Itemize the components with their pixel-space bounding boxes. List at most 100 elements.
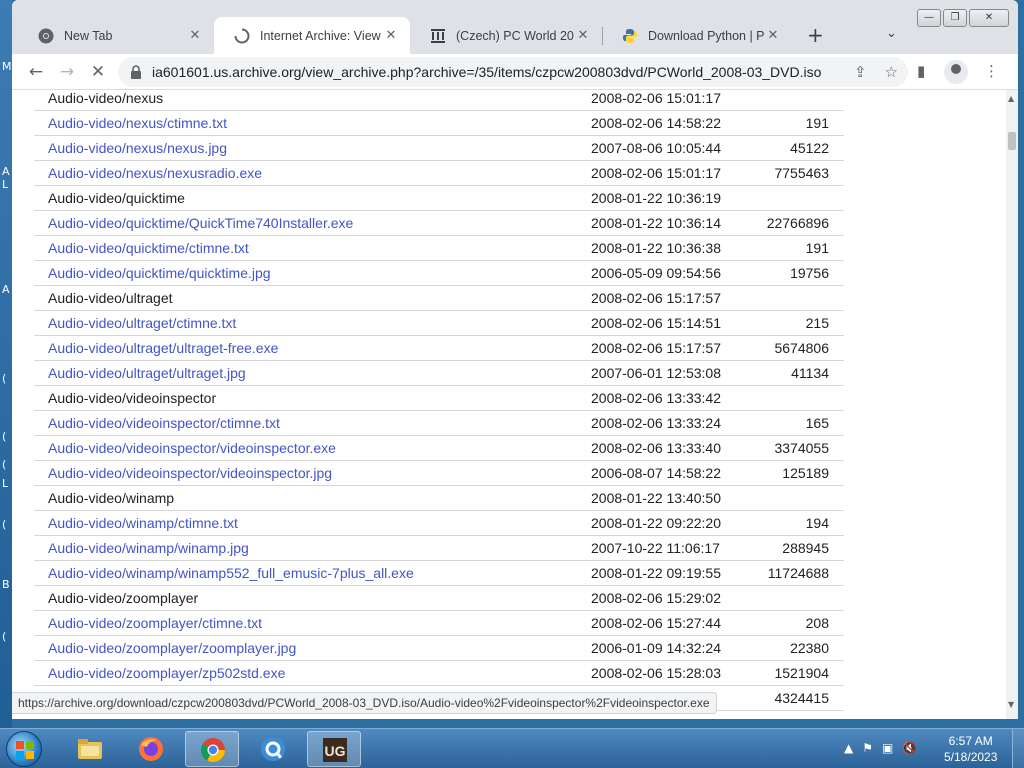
chrome-menu-icon[interactable]: ⋮ [984,62,999,80]
taskbar-explorer[interactable] [63,731,117,767]
vertical-scrollbar[interactable]: ▲ ▼ [1006,90,1018,719]
desktop-icon-label-fragment: ( [2,458,7,471]
tab-internet-archive[interactable]: Internet Archive: View Archive ✕ [214,17,410,54]
close-tab-icon[interactable]: ✕ [186,28,204,43]
desktop-icon-label-fragment: A [2,165,10,178]
file-size: 45122 [790,140,829,156]
file-size: 22766896 [766,215,829,231]
show-desktop-button[interactable] [1012,729,1024,768]
desktop-icon-label-fragment: L [2,178,9,191]
share-icon[interactable]: ⇪ [854,63,867,81]
taskbar-firefox[interactable] [124,731,178,767]
file-link[interactable]: Audio-video/winamp/winamp.jpg [48,540,249,556]
file-link[interactable]: Audio-video/nexus/ctimne.txt [48,115,227,131]
file-link[interactable]: Audio-video/winamp/ctimne.txt [48,515,238,531]
clock[interactable]: 6:57 AM 5/18/2023 [944,733,997,765]
file-link[interactable]: Audio-video/videoinspector/videoinspecto… [48,465,332,481]
start-button[interactable] [6,731,42,767]
folder-name: Audio-video/videoinspector [48,390,217,406]
file-link[interactable]: Audio-video/zoomplayer/ctimne.txt [48,615,262,631]
table-row: Audio-video/quicktime/quicktime.jpg 2006-… [34,261,844,286]
tab-title: Internet Archive: View Archive [260,28,382,43]
modified-date: 2008-02-06 15:17:57 [591,340,721,356]
system-tray: ▲ ⚑ ▣ 🔇 [844,741,917,755]
file-size: 191 [805,115,829,131]
taskbar-ultragrep[interactable]: UG [307,731,361,767]
back-button[interactable]: ← [25,62,47,82]
table-row: Audio-video/nexus 2008-02-06 15:01:17 [34,90,844,111]
file-size: 22380 [790,640,829,656]
file-link[interactable]: Audio-video/videoinspector/ctimne.txt [48,415,280,431]
file-link[interactable]: Audio-video/ultraget/ultraget-free.exe [48,340,278,356]
tab-title: Download Python | Python.org [648,28,764,43]
desktop-icon-label-fragment: L [2,477,9,490]
bookmark-star-icon[interactable]: ☆ [885,63,898,81]
modified-date: 2008-01-22 10:36:38 [591,240,721,256]
side-panel-icon[interactable]: ▮ [917,62,925,80]
profile-avatar-icon[interactable] [944,60,968,84]
scroll-up-arrow-icon[interactable]: ▲ [1008,94,1014,103]
taskbar-qbittorrent[interactable] [246,731,300,767]
file-link[interactable]: Audio-video/videoinspector/videoinspecto… [48,440,336,456]
table-row: Audio-video/winamp/winamp552_full_emusic… [34,561,844,586]
table-row: Audio-video/winamp/ctimne.txt 2008-01-22 … [34,511,844,536]
desktop-icon-label-fragment: ( [2,518,7,531]
file-link[interactable]: Audio-video/nexus/nexus.jpg [48,140,227,156]
file-link[interactable]: Audio-video/ultraget/ultraget.jpg [48,365,246,381]
window-controls: — ❐ ✕ [917,9,1009,27]
close-window-button[interactable]: ✕ [969,9,1009,27]
chrome-icon [200,738,225,763]
scroll-down-arrow-icon[interactable]: ▼ [1008,700,1014,709]
url-text[interactable]: ia601601.us.archive.org/view_archive.php… [142,64,821,80]
show-hidden-icons-icon[interactable]: ▲ [844,741,853,755]
file-link[interactable]: Audio-video/zoomplayer/zoomplayer.jpg [48,640,296,656]
table-row: Audio-video/zoomplayer 2008-02-06 15:29:0… [34,586,844,611]
table-row: Audio-video/quicktime/ctimne.txt 2008-01-… [34,236,844,261]
modified-date: 2008-01-22 10:36:19 [591,190,721,206]
new-tab-button[interactable]: + [807,24,824,46]
qbittorrent-icon [261,737,285,761]
tab-new-tab[interactable]: New Tab ✕ [18,17,214,54]
maximize-button[interactable]: ❐ [943,9,967,27]
desktop-edge: M A L A(((L(B( [0,0,12,728]
taskbar: UG ▲ ⚑ ▣ 🔇 6:57 AM 5/18/2023 [0,728,1024,768]
volume-muted-icon[interactable]: 🔇 [902,741,917,755]
close-tab-icon[interactable]: ✕ [382,28,400,43]
file-link[interactable]: Audio-video/quicktime/ctimne.txt [48,240,249,256]
modified-date: 2008-02-06 13:33:42 [591,390,721,406]
table-row: Audio-video/nexus/ctimne.txt 2008-02-06 1… [34,111,844,136]
address-bar[interactable]: ia601601.us.archive.org/view_archive.php… [118,57,908,87]
lock-icon[interactable] [130,65,142,79]
close-tab-icon[interactable]: ✕ [764,28,782,43]
folder-name: Audio-video/zoomplayer [48,590,199,606]
action-center-flag-icon[interactable]: ⚑ [862,741,873,755]
table-row: Audio-video/nexus/nexus.jpg 2007-08-06 10… [34,136,844,161]
file-link[interactable]: Audio-video/quicktime/QuickTime740Instal… [48,215,353,231]
file-link[interactable]: Audio-video/ultraget/ctimne.txt [48,315,236,331]
stop-loading-button[interactable]: ✕ [87,62,109,82]
ultragrep-icon: UG [323,738,347,762]
svg-text:UG: UG [325,743,346,759]
network-icon[interactable]: ▣ [882,741,893,755]
file-link[interactable]: Audio-video/quicktime/quicktime.jpg [48,265,271,281]
explorer-icon [78,739,102,759]
modified-date: 2008-01-22 09:19:55 [591,565,721,581]
file-link[interactable]: Audio-video/zoomplayer/zp502std.exe [48,665,285,681]
forward-button[interactable]: → [56,62,78,82]
tab-python[interactable]: Download Python | Python.org ✕ [602,17,792,54]
desktop-icon-label-fragment: ( [2,630,7,643]
table-row: Audio-video/zoomplayer/ctimne.txt 2008-02… [34,611,844,636]
table-row: Audio-video/ultraget 2008-02-06 15:17:57 [34,286,844,311]
table-row: Audio-video/winamp 2008-01-22 13:40:50 [34,486,844,511]
taskbar-chrome[interactable] [185,731,239,767]
desktop-icon-label-fragment: ( [2,372,7,385]
modified-date: 2008-02-06 15:29:02 [591,590,721,606]
file-link[interactable]: Audio-video/winamp/winamp552_full_emusic… [48,565,414,581]
file-link[interactable]: Audio-video/nexus/nexusradio.exe [48,165,262,181]
file-size: 194 [805,515,829,531]
tab-pc-world[interactable]: (Czech) PC World 2008-03 ✕ [410,17,602,54]
tab-search-chevron-icon[interactable]: ⌄ [886,26,897,41]
scroll-thumb[interactable] [1008,132,1016,150]
close-tab-icon[interactable]: ✕ [574,28,592,43]
minimize-button[interactable]: — [917,9,941,27]
